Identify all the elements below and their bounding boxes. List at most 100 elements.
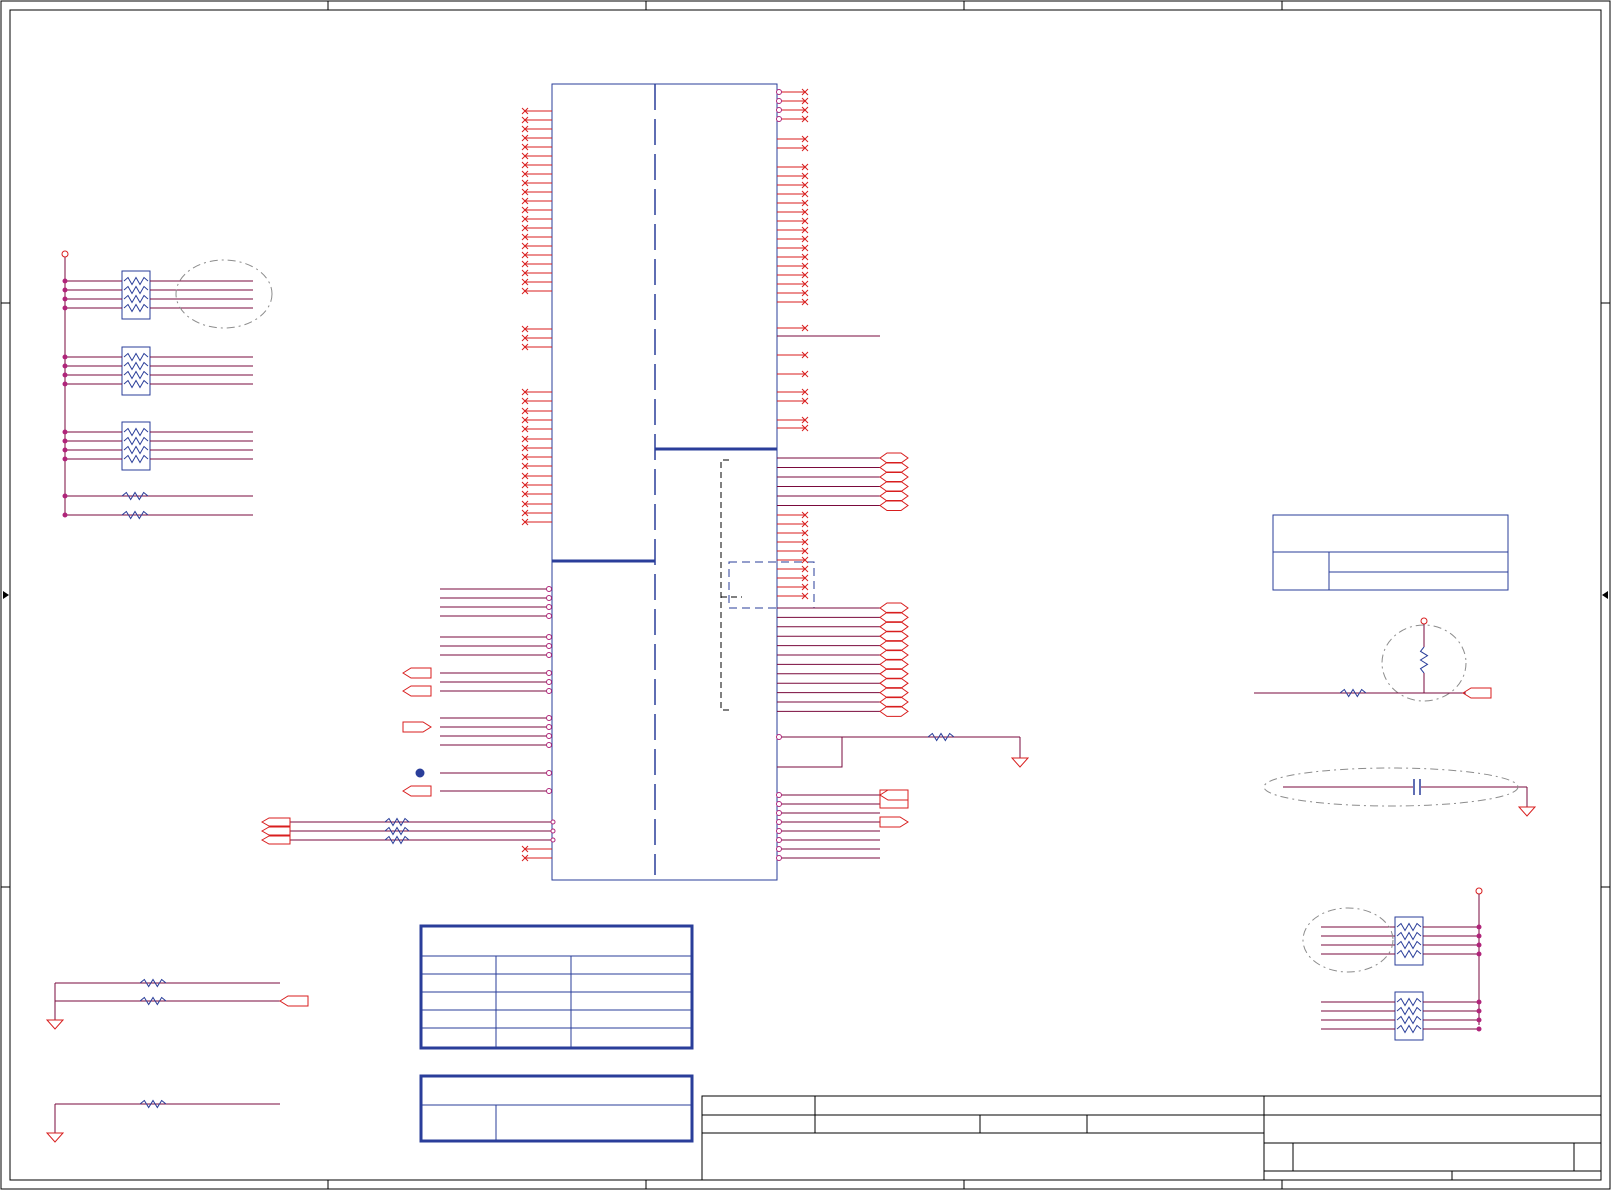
pin-marker — [776, 846, 782, 852]
resistor-icon — [1419, 646, 1429, 674]
pin-marker — [1476, 1026, 1482, 1032]
pin-marker — [546, 688, 552, 694]
resistor-icon — [123, 294, 149, 304]
pin-marker — [62, 381, 68, 387]
pin-marker — [62, 305, 68, 311]
pin-marker — [776, 734, 782, 740]
pin-marker — [550, 828, 556, 834]
pin-marker — [776, 801, 782, 807]
resistor-icon — [1396, 931, 1422, 941]
pin-marker — [546, 742, 552, 748]
pin-marker — [550, 837, 556, 843]
pin-marker — [546, 715, 552, 721]
port-connector-icon — [879, 611, 909, 623]
pin-marker — [62, 363, 68, 369]
port-connector-icon — [279, 995, 309, 1007]
port-connector-icon — [879, 658, 909, 670]
pin-marker — [1476, 999, 1482, 1005]
pin-marker — [62, 278, 68, 284]
resistor-icon — [123, 370, 149, 380]
resistor-icon — [1396, 1024, 1422, 1034]
port-connector-icon — [879, 602, 909, 614]
pin-marker — [550, 819, 556, 825]
port-connector-icon — [879, 630, 909, 642]
port-connector-icon — [402, 685, 432, 697]
pin-marker — [62, 493, 68, 499]
pin-marker — [1476, 951, 1482, 957]
resistor-icon — [123, 427, 149, 437]
capacitor-icon — [1413, 779, 1421, 795]
pin-marker — [546, 733, 552, 739]
pin-marker — [546, 679, 552, 685]
port-connector-icon — [879, 490, 909, 502]
resistor-icon — [123, 454, 149, 464]
port-connector-icon — [879, 687, 909, 699]
resistor-icon — [123, 352, 149, 362]
resistor-icon — [123, 445, 149, 455]
power-rail-icon — [61, 250, 69, 258]
pin-marker — [546, 634, 552, 640]
optional-group-outline — [175, 259, 273, 329]
strap-net — [777, 737, 843, 768]
schematic-sheet — [0, 0, 1611, 1190]
resistor-icon — [1396, 940, 1422, 950]
port-connector-icon — [879, 649, 909, 661]
resistor-icon — [123, 436, 149, 446]
pin-marker — [776, 855, 782, 861]
resistor-icon — [1396, 1015, 1422, 1025]
pin-marker — [546, 788, 552, 794]
schematic-drawing — [0, 0, 1611, 1190]
pin-marker — [776, 837, 782, 843]
port-connector-icon — [879, 696, 909, 708]
port-connector-icon — [879, 621, 909, 633]
pin-marker — [776, 810, 782, 816]
port-connector-icon — [879, 816, 909, 828]
title-block — [701, 1095, 1602, 1181]
pin-marker — [776, 98, 782, 104]
pin-marker — [62, 512, 68, 518]
port-connector-icon — [879, 677, 909, 689]
pin-marker — [1476, 1017, 1482, 1023]
pin-marker — [62, 372, 68, 378]
ic-right-pins — [776, 88, 1030, 861]
pin-marker — [776, 819, 782, 825]
pin-marker — [776, 792, 782, 798]
pin-marker — [776, 116, 782, 122]
pin-marker — [1476, 924, 1482, 930]
resistor-icon — [123, 285, 149, 295]
port-connector-icon — [402, 785, 432, 797]
port-connector-icon — [402, 667, 432, 679]
pin-marker — [546, 595, 552, 601]
bottom-left-resistors — [45, 978, 309, 1143]
dashed-bus-bracket — [720, 459, 742, 711]
pin-marker — [62, 447, 68, 453]
pin-marker — [776, 107, 782, 113]
power-rail-icon — [1475, 887, 1483, 895]
resistor-icon — [1396, 997, 1422, 1007]
ground-icon — [45, 1019, 65, 1030]
main-ic-symbol — [551, 83, 815, 881]
pin-marker — [776, 89, 782, 95]
pin-marker — [62, 429, 68, 435]
pin-marker — [546, 724, 552, 730]
ground-icon — [1010, 757, 1030, 768]
port-connector-icon — [879, 668, 909, 680]
port-connector-icon — [879, 640, 909, 652]
pin-marker — [546, 586, 552, 592]
left-resistor-networks — [61, 250, 273, 520]
power-rail-icon — [1420, 617, 1428, 625]
pin-marker — [776, 828, 782, 834]
right-info-table — [1272, 514, 1509, 591]
port-connector-icon — [260, 817, 291, 845]
port-connector-icon — [879, 789, 909, 801]
pin-marker — [62, 438, 68, 444]
pin-marker — [1476, 942, 1482, 948]
port-connector-icon — [879, 500, 909, 511]
port-connector-icon — [879, 705, 909, 717]
port-connector-icon — [879, 462, 909, 473]
option-table — [419, 924, 694, 1050]
pin-marker — [546, 613, 552, 619]
pin-marker — [1476, 1008, 1482, 1014]
ic-left-pins — [260, 107, 556, 862]
port-connector-icon — [879, 471, 909, 483]
